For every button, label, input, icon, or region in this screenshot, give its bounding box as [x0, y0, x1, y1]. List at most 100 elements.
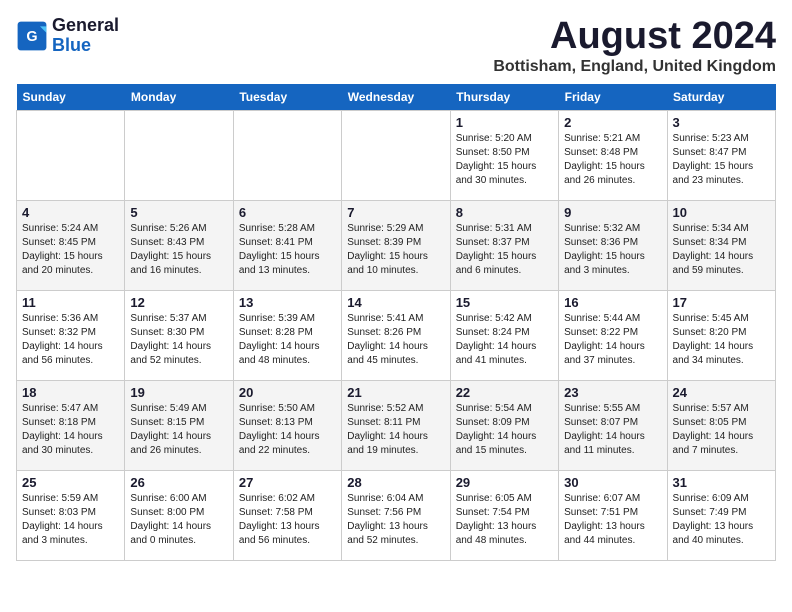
calendar-cell: 24Sunrise: 5:57 AM Sunset: 8:05 PM Dayli… [667, 380, 775, 470]
calendar-cell: 18 Sunrise: 5:47 AM Sunset: 8:18 PM Dayli… [17, 380, 125, 470]
calendar-week-row: 1 Sunrise: 5:20 AM Sunset: 8:50 PM Daylig… [17, 110, 776, 200]
day-info: Sunrise: 5:31 AM Sunset: 8:37 PM Dayligh… [456, 222, 553, 278]
day-info: Sunrise: 5:54 AM Sunset: 8:09 PM Dayligh… [456, 402, 553, 458]
day-number: 13 [239, 295, 336, 310]
day-number: 14 [347, 295, 444, 310]
weekday-header-wednesday: Wednesday [342, 84, 450, 111]
day-info: Sunrise: 5:34 AM Sunset: 8:34 PM Dayligh… [673, 222, 770, 278]
day-number: 8 [456, 205, 553, 220]
day-number: 10 [673, 205, 770, 220]
day-number: 27 [239, 475, 336, 490]
day-number: 17 [673, 295, 770, 310]
calendar-week-row: 18 Sunrise: 5:47 AM Sunset: 8:18 PM Dayli… [17, 380, 776, 470]
calendar-cell: 5Sunrise: 5:26 AM Sunset: 8:43 PM Daylig… [125, 200, 233, 290]
calendar-cell: 9Sunrise: 5:32 AM Sunset: 8:36 PM Daylig… [559, 200, 667, 290]
calendar-cell [17, 110, 125, 200]
logo-line2: Blue [52, 36, 119, 56]
weekday-header-monday: Monday [125, 84, 233, 111]
logo-icon: G [16, 20, 48, 52]
day-info: Sunrise: 5:20 AM Sunset: 8:50 PM Dayligh… [456, 132, 553, 188]
calendar-cell: 13 Sunrise: 5:39 AM Sunset: 8:28 PM Dayli… [233, 290, 341, 380]
calendar-cell: 22 Sunrise: 5:54 AM Sunset: 8:09 PM Dayli… [450, 380, 558, 470]
day-info: Sunrise: 5:55 AM Sunset: 8:07 PM Dayligh… [564, 402, 661, 458]
day-number: 1 [456, 115, 553, 130]
day-number: 18 [22, 385, 119, 400]
day-number: 31 [673, 475, 770, 490]
calendar-cell: 16 Sunrise: 5:44 AM Sunset: 8:22 PM Dayli… [559, 290, 667, 380]
day-number: 2 [564, 115, 661, 130]
day-number: 22 [456, 385, 553, 400]
day-number: 16 [564, 295, 661, 310]
day-info: Sunrise: 5:21 AM Sunset: 8:48 PM Dayligh… [564, 132, 661, 188]
day-number: 6 [239, 205, 336, 220]
calendar-table: SundayMondayTuesdayWednesdayThursdayFrid… [16, 84, 776, 561]
day-number: 29 [456, 475, 553, 490]
calendar-week-row: 4 Sunrise: 5:24 AM Sunset: 8:45 PM Daylig… [17, 200, 776, 290]
calendar-cell: 15 Sunrise: 5:42 AM Sunset: 8:24 PM Dayli… [450, 290, 558, 380]
calendar-cell [342, 110, 450, 200]
day-number: 12 [130, 295, 227, 310]
calendar-cell: 4 Sunrise: 5:24 AM Sunset: 8:45 PM Daylig… [17, 200, 125, 290]
weekday-header-tuesday: Tuesday [233, 84, 341, 111]
day-number: 20 [239, 385, 336, 400]
day-info: Sunrise: 5:29 AM Sunset: 8:39 PM Dayligh… [347, 222, 444, 278]
day-number: 26 [130, 475, 227, 490]
day-info: Sunrise: 6:00 AM Sunset: 8:00 PM Dayligh… [130, 492, 227, 548]
calendar-week-row: 25 Sunrise: 5:59 AM Sunset: 8:03 PM Dayli… [17, 470, 776, 560]
weekday-header-saturday: Saturday [667, 84, 775, 111]
header: G General Blue August 2024 Bottisham, En… [16, 16, 776, 76]
calendar-cell: 3 Sunrise: 5:23 AM Sunset: 8:47 PM Daylig… [667, 110, 775, 200]
weekday-header-thursday: Thursday [450, 84, 558, 111]
calendar-cell: 20Sunrise: 5:50 AM Sunset: 8:13 PM Dayli… [233, 380, 341, 470]
calendar-cell: 12 Sunrise: 5:37 AM Sunset: 8:30 PM Dayli… [125, 290, 233, 380]
calendar-cell: 25 Sunrise: 5:59 AM Sunset: 8:03 PM Dayli… [17, 470, 125, 560]
day-info: Sunrise: 5:39 AM Sunset: 8:28 PM Dayligh… [239, 312, 336, 368]
calendar-cell: 10 Sunrise: 5:34 AM Sunset: 8:34 PM Dayli… [667, 200, 775, 290]
weekday-header-friday: Friday [559, 84, 667, 111]
day-number: 15 [456, 295, 553, 310]
day-number: 4 [22, 205, 119, 220]
calendar-cell: 6Sunrise: 5:28 AM Sunset: 8:41 PM Daylig… [233, 200, 341, 290]
title-area: August 2024 Bottisham, England, United K… [493, 16, 776, 76]
day-number: 3 [673, 115, 770, 130]
calendar-cell: 19Sunrise: 5:49 AM Sunset: 8:15 PM Dayli… [125, 380, 233, 470]
day-info: Sunrise: 5:37 AM Sunset: 8:30 PM Dayligh… [130, 312, 227, 368]
calendar-cell: 30 Sunrise: 6:07 AM Sunset: 7:51 PM Dayli… [559, 470, 667, 560]
weekday-header-sunday: Sunday [17, 84, 125, 111]
calendar-cell: 23 Sunrise: 5:55 AM Sunset: 8:07 PM Dayli… [559, 380, 667, 470]
calendar-body: 1 Sunrise: 5:20 AM Sunset: 8:50 PM Daylig… [17, 110, 776, 560]
calendar-cell: 27 Sunrise: 6:02 AM Sunset: 7:58 PM Dayli… [233, 470, 341, 560]
day-info: Sunrise: 6:02 AM Sunset: 7:58 PM Dayligh… [239, 492, 336, 548]
day-info: Sunrise: 5:32 AM Sunset: 8:36 PM Dayligh… [564, 222, 661, 278]
day-info: Sunrise: 5:47 AM Sunset: 8:18 PM Dayligh… [22, 402, 119, 458]
day-number: 19 [130, 385, 227, 400]
day-info: Sunrise: 5:44 AM Sunset: 8:22 PM Dayligh… [564, 312, 661, 368]
day-number: 21 [347, 385, 444, 400]
day-number: 5 [130, 205, 227, 220]
day-info: Sunrise: 6:07 AM Sunset: 7:51 PM Dayligh… [564, 492, 661, 548]
day-info: Sunrise: 5:24 AM Sunset: 8:45 PM Dayligh… [22, 222, 119, 278]
day-number: 23 [564, 385, 661, 400]
location: Bottisham, England, United Kingdom [493, 58, 776, 76]
logo: G General Blue [16, 16, 119, 56]
calendar-cell: 2 Sunrise: 5:21 AM Sunset: 8:48 PM Daylig… [559, 110, 667, 200]
day-info: Sunrise: 5:42 AM Sunset: 8:24 PM Dayligh… [456, 312, 553, 368]
calendar-cell: 21Sunrise: 5:52 AM Sunset: 8:11 PM Dayli… [342, 380, 450, 470]
day-number: 11 [22, 295, 119, 310]
day-info: Sunrise: 6:09 AM Sunset: 7:49 PM Dayligh… [673, 492, 770, 548]
calendar-cell: 31 Sunrise: 6:09 AM Sunset: 7:49 PM Dayli… [667, 470, 775, 560]
calendar-cell [233, 110, 341, 200]
calendar-week-row: 11Sunrise: 5:36 AM Sunset: 8:32 PM Dayli… [17, 290, 776, 380]
calendar-cell: 17Sunrise: 5:45 AM Sunset: 8:20 PM Dayli… [667, 290, 775, 380]
day-info: Sunrise: 5:59 AM Sunset: 8:03 PM Dayligh… [22, 492, 119, 548]
calendar-header-row: SundayMondayTuesdayWednesdayThursdayFrid… [17, 84, 776, 111]
day-info: Sunrise: 5:41 AM Sunset: 8:26 PM Dayligh… [347, 312, 444, 368]
day-number: 30 [564, 475, 661, 490]
day-number: 24 [673, 385, 770, 400]
day-info: Sunrise: 5:23 AM Sunset: 8:47 PM Dayligh… [673, 132, 770, 188]
calendar-cell [125, 110, 233, 200]
day-number: 25 [22, 475, 119, 490]
day-info: Sunrise: 6:04 AM Sunset: 7:56 PM Dayligh… [347, 492, 444, 548]
month-title: August 2024 [493, 16, 776, 58]
calendar-cell: 11Sunrise: 5:36 AM Sunset: 8:32 PM Dayli… [17, 290, 125, 380]
